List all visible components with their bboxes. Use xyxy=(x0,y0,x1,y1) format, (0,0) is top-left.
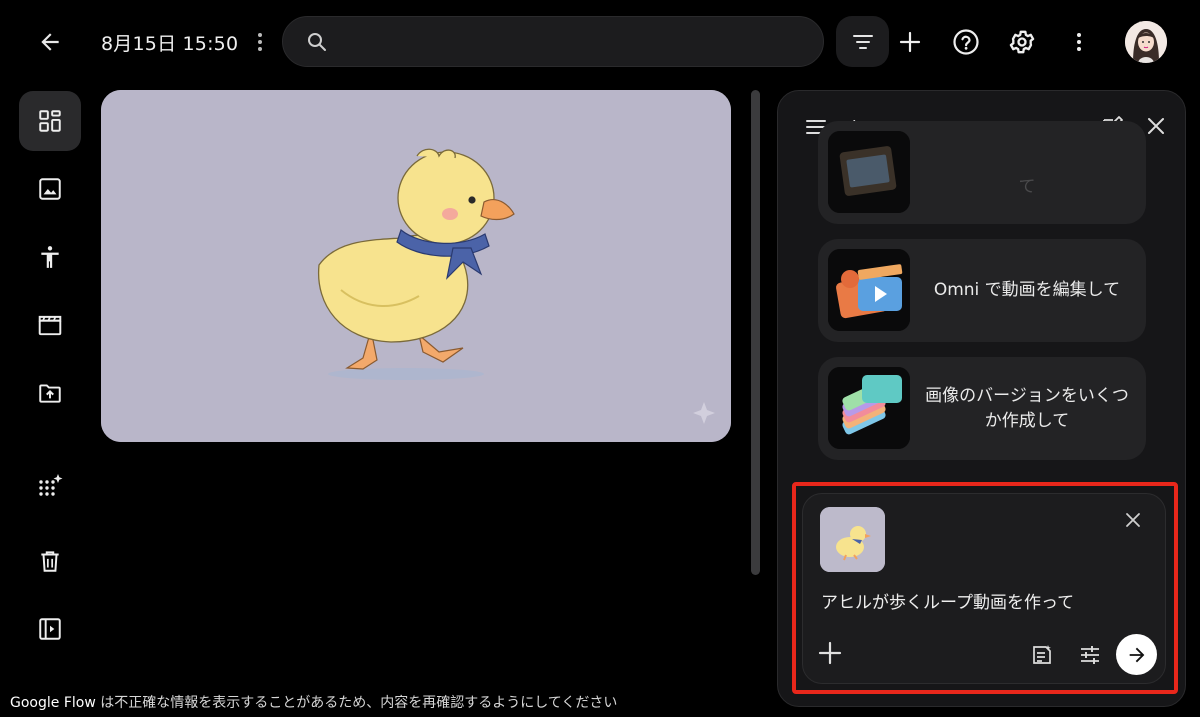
image-icon xyxy=(39,178,61,200)
person-icon xyxy=(41,246,59,268)
generated-image-card[interactable] xyxy=(101,90,731,442)
suggestion-card[interactable]: Omni で動画を編集して xyxy=(818,239,1146,342)
suggestion-card[interactable]: 画像のバージョンをいくつか作成して xyxy=(818,357,1146,460)
notes-icon[interactable] xyxy=(1031,644,1053,666)
suggestion-label: Omni で動画を編集して xyxy=(933,280,1121,301)
settings-button[interactable] xyxy=(1002,22,1042,62)
more-options-button[interactable] xyxy=(1059,22,1099,62)
session-menu-button[interactable] xyxy=(248,27,272,57)
rail-item-toggle-panel[interactable] xyxy=(19,599,81,659)
suggestion-thumbnail xyxy=(828,367,910,449)
rail-item-videos[interactable] xyxy=(19,295,81,355)
canvas-scrollbar[interactable] xyxy=(751,90,760,575)
prompt-input[interactable]: アヒルが歩くループ動画を作って xyxy=(821,588,1074,613)
rail-item-characters[interactable] xyxy=(19,227,81,287)
send-button[interactable] xyxy=(1116,634,1157,675)
plus-icon[interactable] xyxy=(817,640,843,666)
rail-item-scenes[interactable] xyxy=(19,91,81,151)
suggestion-label: て xyxy=(1018,177,1036,198)
more-vert-icon xyxy=(258,33,262,51)
folder-upload-icon xyxy=(39,384,61,403)
rail-item-images[interactable] xyxy=(19,159,81,219)
gear-icon xyxy=(1009,30,1035,54)
grid-icon xyxy=(39,110,61,132)
search-input[interactable] xyxy=(282,16,824,67)
suggestion-thumbnail xyxy=(828,249,910,331)
brand-name: Google Flow xyxy=(10,695,96,711)
close-icon[interactable] xyxy=(1145,115,1167,137)
filter-button[interactable] xyxy=(836,16,889,67)
arrow-left-icon xyxy=(41,33,59,51)
attached-image-thumbnail[interactable] xyxy=(820,507,885,572)
prompt-composer: アヒルが歩くループ動画を作って xyxy=(802,493,1166,684)
search-icon xyxy=(308,33,326,51)
suggestion-label: 画像のバージョンをいくつか作成して xyxy=(925,385,1129,431)
video-edit-icon xyxy=(828,249,910,331)
clapperboard-icon xyxy=(38,315,62,336)
help-button[interactable] xyxy=(946,22,986,62)
more-vert-icon xyxy=(1077,33,1081,51)
disclaimer-body: は不正確な情報を表示することがあるため、内容を再確認するようにしてください xyxy=(95,695,618,711)
rail-item-upload[interactable] xyxy=(19,363,81,423)
trash-icon xyxy=(41,551,59,572)
suggestion-thumbnail xyxy=(828,131,910,213)
disclaimer-text: Google Flow は不正確な情報を表示することがあるため、内容を再確認する… xyxy=(10,692,617,712)
duckling-illustration xyxy=(101,90,731,442)
stacked-versions-icon xyxy=(828,367,910,449)
sidebar-toggle-icon xyxy=(39,618,61,640)
rail-item-trash[interactable] xyxy=(19,531,81,591)
remove-attachment-icon[interactable] xyxy=(1125,512,1141,528)
tune-icon[interactable] xyxy=(1079,644,1101,666)
help-icon xyxy=(953,29,979,55)
sparkle-grid-icon xyxy=(39,474,63,496)
back-button[interactable] xyxy=(30,24,70,60)
avatar[interactable] xyxy=(1125,21,1167,63)
session-datetime: 8月15日 15:50 xyxy=(101,33,239,55)
rail-item-generate[interactable] xyxy=(19,457,81,517)
user-avatar-image xyxy=(1125,21,1167,63)
top-bar: 8月15日 15:50 xyxy=(0,0,1200,84)
add-button[interactable] xyxy=(890,22,930,62)
suggestion-card[interactable]: て xyxy=(818,121,1146,224)
filter-icon xyxy=(852,34,873,49)
arrow-right-icon xyxy=(1129,647,1144,662)
plus-icon xyxy=(899,31,921,53)
